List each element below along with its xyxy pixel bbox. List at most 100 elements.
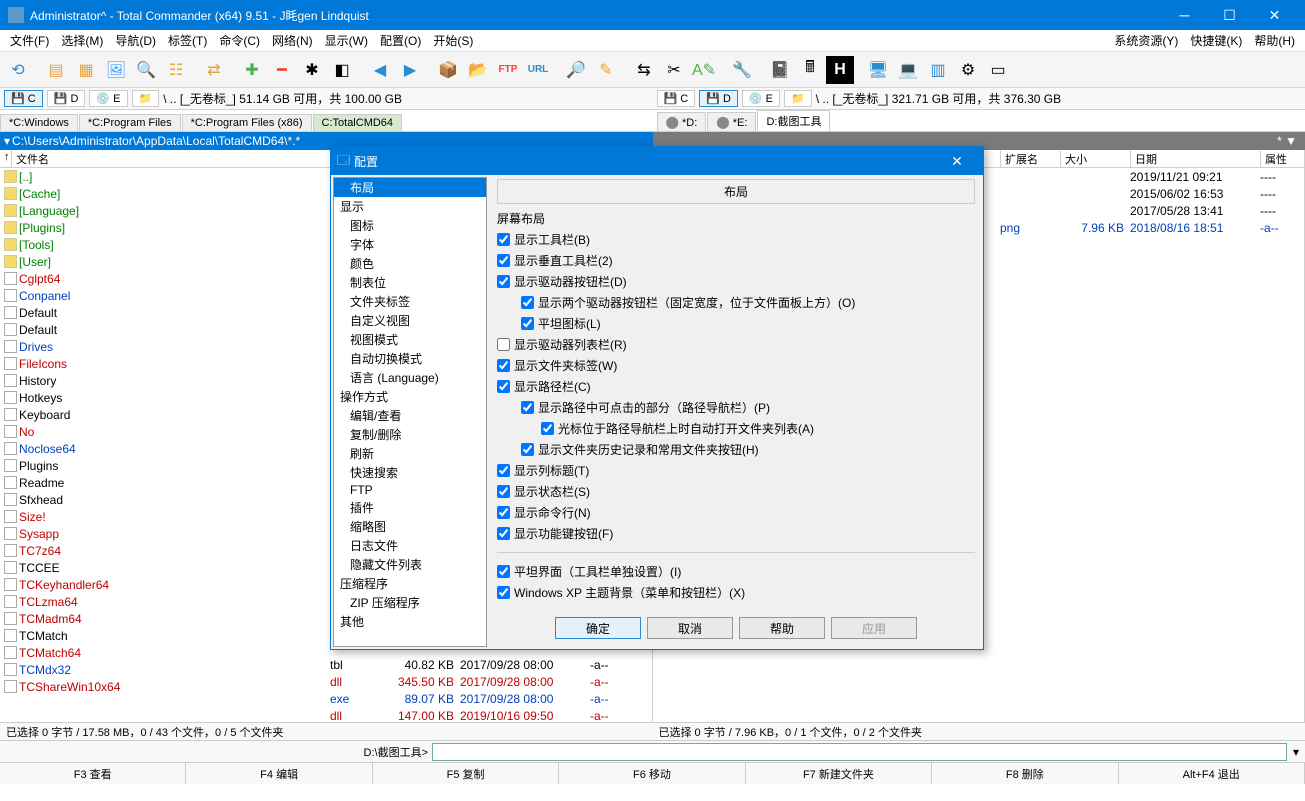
back-icon[interactable]: ◀ <box>366 56 394 84</box>
checkbox-row[interactable]: 显示驱动器按钮栏(D) <box>497 271 975 292</box>
settings-icon[interactable]: 🔧 <box>728 56 756 84</box>
select-all-icon[interactable]: ✱ <box>298 56 326 84</box>
tree-item[interactable]: 压缩程序 <box>334 574 486 593</box>
pack-icon[interactable]: 📦 <box>434 56 462 84</box>
menu-item[interactable]: 系统资源(Y) <box>1108 30 1184 51</box>
menu-item[interactable]: 配置(O) <box>374 30 427 51</box>
drive-c-left[interactable]: 💾 C <box>4 90 43 107</box>
checkbox[interactable] <box>497 254 510 267</box>
tree-item[interactable]: 编辑/查看 <box>334 406 486 425</box>
forward-icon[interactable]: ▶ <box>396 56 424 84</box>
menu-item[interactable]: 显示(W) <box>319 30 374 51</box>
panel-icon[interactable]: ▥ <box>924 56 952 84</box>
checkbox-row[interactable]: 显示垂直工具栏(2) <box>497 250 975 271</box>
notepad-icon[interactable]: 📓 <box>766 56 794 84</box>
file-row[interactable]: dll345.50 KB2017/09/28 08:00-a-- <box>330 673 650 690</box>
checkbox-row[interactable]: 显示文件夹标签(W) <box>497 355 975 376</box>
ok-button[interactable]: 确定 <box>555 617 641 639</box>
checkbox[interactable] <box>497 338 510 351</box>
col-attr[interactable]: 属性 <box>1261 150 1305 167</box>
checkbox-row[interactable]: 平坦界面（工具栏单独设置）(I) <box>497 561 975 582</box>
menu-item[interactable]: 标签(T) <box>162 30 213 51</box>
checkbox[interactable] <box>521 296 534 309</box>
tree-item[interactable]: ZIP 压缩程序 <box>334 593 486 612</box>
checkbox-row[interactable]: 显示文件夹历史记录和常用文件夹按钮(H) <box>497 439 975 460</box>
tree-item[interactable]: 快速搜索 <box>334 463 486 482</box>
tree-icon[interactable]: ☷ <box>162 56 190 84</box>
checkbox-row[interactable]: 显示状态栏(S) <box>497 481 975 502</box>
checkbox[interactable] <box>497 380 510 393</box>
tree-item[interactable]: 文件夹标签 <box>334 292 486 311</box>
tab[interactable]: C:TotalCMD64 <box>313 114 403 131</box>
checkbox-row[interactable]: 光标位于路径导航栏上时自动打开文件夹列表(A) <box>497 418 975 439</box>
refresh-icon[interactable]: ⟲ <box>4 56 32 84</box>
find-icon[interactable]: 🔎 <box>562 56 590 84</box>
desktop-icon[interactable]: 🖥 <box>864 56 892 84</box>
tree-item[interactable]: 制表位 <box>334 273 486 292</box>
checkbox[interactable] <box>497 506 510 519</box>
fn-button[interactable]: F7 新建文件夹 <box>746 763 932 784</box>
checkbox[interactable] <box>497 485 510 498</box>
checkbox-row[interactable]: 显示路径中可点击的部分（路径导航栏）(P) <box>497 397 975 418</box>
menu-item[interactable]: 命令(C) <box>213 30 266 51</box>
checkbox[interactable] <box>497 464 510 477</box>
tree-item[interactable]: 自动切换模式 <box>334 349 486 368</box>
tree-item[interactable]: 操作方式 <box>334 387 486 406</box>
tree-item[interactable]: 刷新 <box>334 444 486 463</box>
diff-icon[interactable]: ✂ <box>660 56 688 84</box>
checkbox[interactable] <box>497 275 510 288</box>
tree-item[interactable]: 字体 <box>334 235 486 254</box>
menu-item[interactable]: 快捷键(K) <box>1184 30 1248 51</box>
help-button[interactable]: 帮助 <box>739 617 825 639</box>
tree-item[interactable]: 视图模式 <box>334 330 486 349</box>
dialog-close-button[interactable]: ✕ <box>937 153 977 170</box>
fn-button[interactable]: F6 移动 <box>559 763 745 784</box>
tree-item[interactable]: 布局 <box>334 178 486 197</box>
tab[interactable]: *C:Program Files <box>79 114 181 131</box>
unpack-icon[interactable]: 📂 <box>464 56 492 84</box>
copy-names-icon[interactable]: ▤ <box>42 56 70 84</box>
file-row[interactable]: exe89.07 KB2017/09/28 08:00-a-- <box>330 690 650 707</box>
checkbox-row[interactable]: Windows XP 主题背景（菜单和按钮栏）(X) <box>497 582 975 603</box>
checkbox[interactable] <box>521 317 534 330</box>
checkbox-row[interactable]: 显示两个驱动器按钮栏（固定宽度，位于文件面板上方）(O) <box>497 292 975 313</box>
tab[interactable]: *C:Windows <box>0 114 78 131</box>
tree-item[interactable]: FTP <box>334 482 486 498</box>
tree-item[interactable]: 图标 <box>334 216 486 235</box>
checkbox-row[interactable]: 显示列标题(T) <box>497 460 975 481</box>
url-icon[interactable]: URL <box>524 56 552 84</box>
checkbox-row[interactable]: 平坦图标(L) <box>497 313 975 334</box>
menu-item[interactable]: 导航(D) <box>109 30 162 51</box>
drive-c-right[interactable]: 💾 C <box>657 90 696 107</box>
sync-icon[interactable]: ⇄ <box>200 56 228 84</box>
file-row[interactable]: tbl40.82 KB2017/09/28 08:00-a-- <box>330 656 650 673</box>
checkbox[interactable] <box>497 359 510 372</box>
thumbnails-icon[interactable]: ▦ <box>72 56 100 84</box>
tree-item[interactable]: 自定义视图 <box>334 311 486 330</box>
tab[interactable]: ⬤ *E: <box>707 112 756 131</box>
ftp-icon[interactable]: FTP <box>494 56 522 84</box>
maximize-button[interactable]: ☐ <box>1207 0 1252 30</box>
checkbox-row[interactable]: 显示路径栏(C) <box>497 376 975 397</box>
command-input[interactable] <box>432 743 1287 761</box>
tree-item[interactable]: 语言 (Language) <box>334 368 486 387</box>
tree-item[interactable]: 其他 <box>334 612 486 631</box>
tree-item[interactable]: 复制/删除 <box>334 425 486 444</box>
checkbox-row[interactable]: 显示功能键按钮(F) <box>497 523 975 544</box>
drive-e-right[interactable]: 💿 E <box>742 90 780 107</box>
checkbox[interactable] <box>521 443 534 456</box>
checkbox[interactable] <box>497 586 510 599</box>
rename-icon[interactable]: ✎ <box>592 56 620 84</box>
checkbox-row[interactable]: 显示命令行(N) <box>497 502 975 523</box>
menu-item[interactable]: 开始(S) <box>427 30 479 51</box>
tab[interactable]: D:截图工具 <box>757 110 830 131</box>
drive-root-left[interactable]: 📁 <box>132 90 160 107</box>
fn-button[interactable]: F8 删除 <box>932 763 1118 784</box>
col-ext[interactable]: 扩展名 <box>1001 150 1061 167</box>
menu-item[interactable]: 网络(N) <box>266 30 319 51</box>
control-icon[interactable]: ⚙ <box>954 56 982 84</box>
checkbox-row[interactable]: 显示工具栏(B) <box>497 229 975 250</box>
tree-item[interactable]: 日志文件 <box>334 536 486 555</box>
remove-icon[interactable]: ━ <box>268 56 296 84</box>
tree-item[interactable]: 缩略图 <box>334 517 486 536</box>
